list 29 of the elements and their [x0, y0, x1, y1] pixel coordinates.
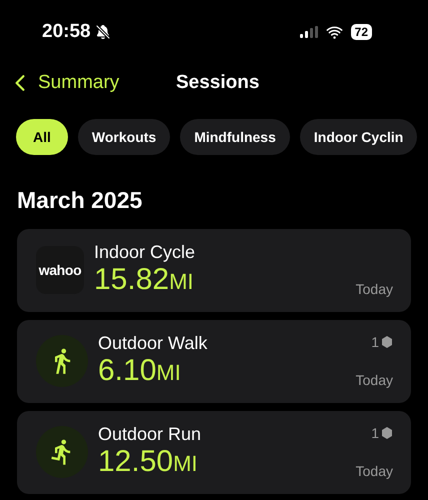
running-person-icon	[36, 426, 88, 478]
badge-count: 1	[371, 424, 379, 442]
filter-chip[interactable]: All	[16, 119, 68, 155]
signal-icon	[300, 26, 318, 38]
app-logo: wahoo	[36, 246, 84, 294]
session-date: Today	[356, 370, 393, 390]
filter-chip[interactable]: Workouts	[78, 119, 170, 155]
walking-person-icon	[36, 335, 88, 387]
section-heading: March 2025	[17, 186, 144, 215]
session-name: Outdoor Run	[98, 423, 202, 445]
filter-chip[interactable]: Mindfulness	[180, 119, 290, 155]
session-card[interactable]: Outdoor Walk 6.10MI 1 Today	[17, 320, 411, 402]
session-date: Today	[356, 462, 393, 481]
page-title: Sessions	[176, 70, 260, 95]
session-distance: 12.50MI	[98, 445, 199, 480]
session-card[interactable]: wahoo Indoor Cycle 15.82MI Today	[17, 228, 411, 312]
session-distance: 6.10MI	[98, 354, 182, 389]
session-card[interactable]: Outdoor Run 12.50MI 1 Today	[17, 410, 411, 494]
filter-chip[interactable]: Indoor Cyclin	[300, 119, 418, 155]
battery-level: 72	[350, 24, 372, 40]
session-name: Outdoor Walk	[98, 332, 208, 354]
session-distance: 15.82MI	[94, 263, 195, 298]
clock-time: 20:58	[42, 20, 91, 44]
session-name: Indoor Cycle	[94, 241, 196, 263]
badge-count: 1	[371, 332, 379, 352]
session-date: Today	[356, 280, 393, 299]
hexagon-icon	[381, 336, 393, 348]
back-button[interactable]: Summary	[8, 68, 120, 98]
hexagon-icon	[381, 427, 393, 439]
